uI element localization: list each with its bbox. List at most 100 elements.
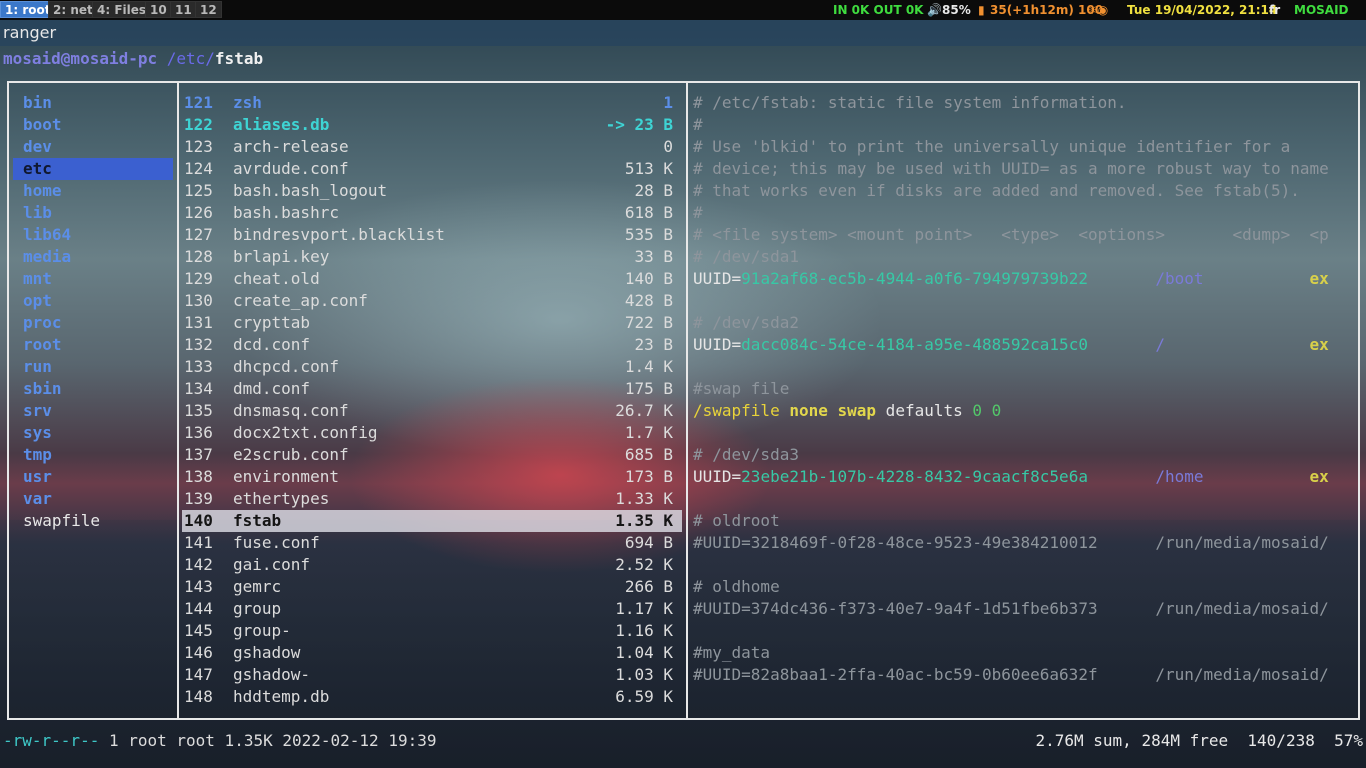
file-size: 618 B [624, 203, 673, 222]
dir-mnt[interactable]: mnt [23, 268, 52, 290]
preview-line: # /dev/sda3 [693, 445, 799, 464]
preview-line: # /etc/fstab: static file system informa… [693, 93, 1127, 112]
dir-srv[interactable]: srv [23, 400, 52, 422]
file-name: ethertypes [233, 489, 330, 508]
workspace-4-files[interactable]: 4: Files [92, 1, 152, 18]
file-index: 122 [184, 115, 213, 134]
file-size: 28 B [634, 181, 673, 200]
file-size: 26.7 K [615, 401, 673, 420]
current-path: mosaid@mosaid-pc /etc/fstab [3, 48, 263, 70]
file-index: 128 [184, 247, 213, 266]
file-name: bash.bashrc [233, 203, 339, 222]
file-index: 133 [184, 357, 213, 376]
file-size: 694 B [624, 533, 673, 552]
volume-level: 85% [942, 3, 971, 17]
volume-icon: 🔊 [927, 3, 942, 17]
file-name: dcd.conf [233, 335, 311, 354]
keyboard-layout: fr [1269, 3, 1281, 17]
file-name: dhcpcd.conf [233, 357, 339, 376]
preview-line: #my_data [693, 643, 771, 662]
dir-dev[interactable]: dev [23, 136, 52, 158]
file-size: 428 B [624, 291, 673, 310]
battery-icon: ▮ [978, 3, 985, 17]
file-size: 175 B [624, 379, 673, 398]
file-size: 1.04 K [615, 643, 673, 662]
file-name: bindresvport.blacklist [233, 225, 445, 244]
file-index: 129 [184, 269, 213, 288]
workspace-11[interactable]: 11 [170, 1, 197, 18]
file-name: arch-release [233, 137, 349, 156]
file-name: crypttab [233, 313, 311, 332]
file-index: 132 [184, 335, 213, 354]
workspace-10[interactable]: 10 [145, 1, 172, 18]
dir-media[interactable]: media [23, 246, 71, 268]
file-index: 142 [184, 555, 213, 574]
file-name: environment [233, 467, 339, 486]
preview-line: # oldroot [693, 511, 780, 530]
preview-line: #swap file [693, 379, 790, 398]
dir-var[interactable]: var [23, 488, 52, 510]
file-index: 140 [184, 511, 213, 530]
status-line: -rw-r--r-- 1 root root 1.35K 2022-02-12 … [3, 730, 436, 752]
brightness-icon: ☼◉ [1087, 3, 1109, 17]
dir-proc[interactable]: proc [23, 312, 62, 334]
file-size: 0 [663, 137, 673, 156]
dir-tmp[interactable]: tmp [23, 444, 52, 466]
preview-line: UUID=91a2af68-ec5b-4944-a0f6-794979739b2… [693, 269, 1329, 288]
dir-lib64[interactable]: lib64 [23, 224, 71, 246]
file-index: 125 [184, 181, 213, 200]
dir-bin[interactable]: bin [23, 92, 52, 114]
preview-line: # that works even if disks are added and… [693, 181, 1300, 200]
file-name: brlapi.key [233, 247, 330, 266]
file-name: avrdude.conf [233, 159, 349, 178]
preview-line: UUID=dacc084c-54ce-4184-a95e-488592ca15c… [693, 335, 1329, 354]
file-size: 535 B [624, 225, 673, 244]
dir-root[interactable]: root [23, 334, 62, 356]
dir-opt[interactable]: opt [23, 290, 52, 312]
preview-line: /swapfile none swap defaults 0 0 [693, 401, 1002, 420]
file-size: 33 B [634, 247, 673, 266]
datetime: Tue 19/04/2022, 21:14 [1127, 3, 1278, 17]
file-swapfile[interactable]: swapfile [23, 510, 100, 532]
preview-line: UUID=23ebe21b-107b-4228-8432-9caacf8c5e6… [693, 467, 1329, 486]
file-size: 266 B [624, 577, 673, 596]
dir-etc[interactable]: etc [23, 158, 52, 180]
file-info: 1 root root 1.35K 2022-02-12 19:39 [99, 731, 437, 750]
preview-line: # oldhome [693, 577, 780, 596]
file-name: gshadow [233, 643, 301, 662]
file-size: 1.4 K [624, 357, 673, 376]
file-index: 148 [184, 687, 213, 706]
dir-boot[interactable]: boot [23, 114, 62, 136]
dir-sys[interactable]: sys [23, 422, 52, 444]
file-size: 1 [663, 93, 673, 112]
dir-home[interactable]: home [23, 180, 62, 202]
network-traffic: IN 0K OUT 0K [833, 3, 924, 17]
file-size: 1.7 K [624, 423, 673, 442]
file-name: fuse.conf [233, 533, 320, 552]
file-name: create_ap.conf [233, 291, 368, 310]
file-index: 141 [184, 533, 213, 552]
dir-sbin[interactable]: sbin [23, 378, 62, 400]
dir-usr[interactable]: usr [23, 466, 52, 488]
file-name: e2scrub.conf [233, 445, 349, 464]
file-name: gshadow- [233, 665, 311, 684]
file-size: 685 B [624, 445, 673, 464]
dir-run[interactable]: run [23, 356, 52, 378]
dir-lib[interactable]: lib [23, 202, 52, 224]
file-size: 173 B [624, 467, 673, 486]
workspace-2-net[interactable]: 2: net [48, 1, 98, 18]
file-index: 143 [184, 577, 213, 596]
file-index: 123 [184, 137, 213, 156]
file-size: 1.33 K [615, 489, 673, 508]
preview-line: #UUID=374dc436-f373-40e7-9a4f-1d51fbe6b3… [693, 599, 1329, 618]
file-index: 144 [184, 599, 213, 618]
preview-line: # /dev/sda1 [693, 247, 799, 266]
preview-line: # [693, 203, 703, 222]
preview-line: # [693, 115, 703, 134]
column-divider-2 [686, 81, 688, 720]
file-index: 135 [184, 401, 213, 420]
status-bar: 1: root 2: net 4: Files 10 11 12 IN 0K O… [0, 0, 1366, 20]
file-size: 1.35 K [615, 511, 673, 530]
file-name: gai.conf [233, 555, 311, 574]
workspace-12[interactable]: 12 [195, 1, 222, 18]
